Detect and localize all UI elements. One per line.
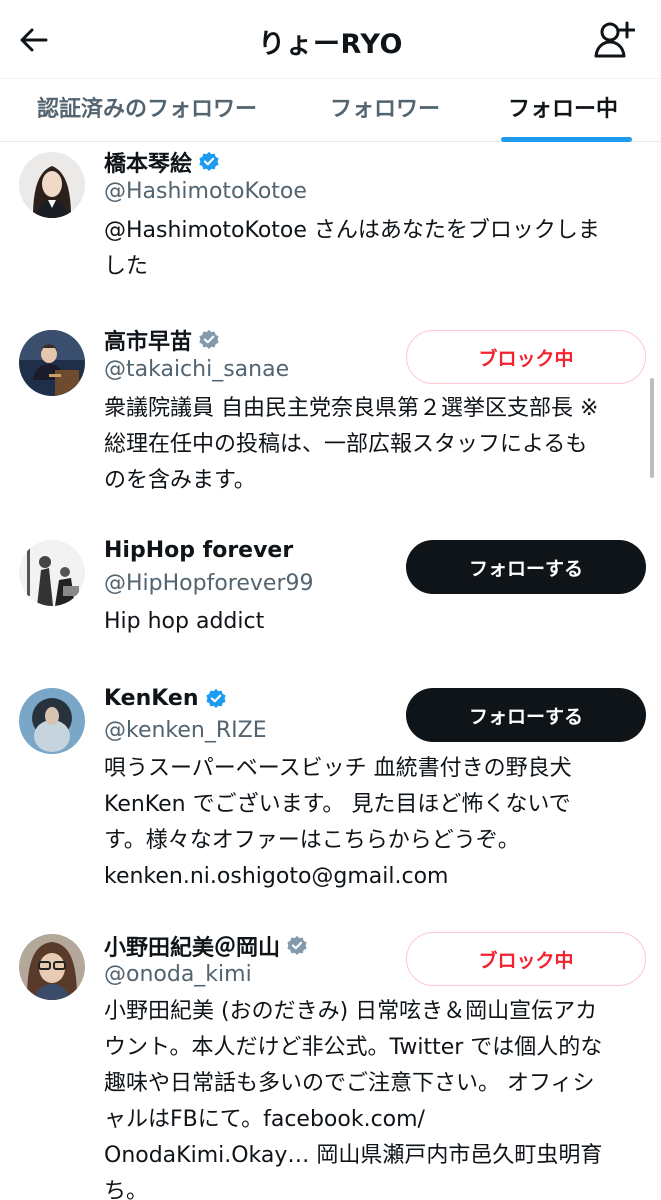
display-name: 高市早苗	[104, 330, 193, 355]
user-handle: @HipHopforever99	[104, 571, 314, 596]
display-name: HipHop forever	[104, 538, 294, 563]
user-bio: @HashimotoKotoe さんはあなたをブロックしま した	[104, 213, 644, 285]
user-name[interactable]: HipHop forever	[104, 538, 293, 563]
verified-badge-icon	[205, 688, 226, 708]
avatar[interactable]	[19, 934, 85, 1000]
bio-line: OnodaKimi.Okay… 岡山県瀬戸内市邑久町虫明育	[104, 1143, 603, 1168]
user-name[interactable]: KenKen	[104, 686, 227, 711]
bio-line: ャルはFBにて。facebook.com/	[104, 1107, 425, 1132]
tab-following[interactable]: フォロー中	[508, 91, 618, 123]
follow-button[interactable]: フォローする	[406, 688, 646, 742]
bio-line: @HashimotoKotoe さんはあなたをブロックしま	[104, 218, 600, 243]
bio-line: ち。	[104, 1179, 149, 1200]
user-name[interactable]: 橋本琴絵	[104, 146, 220, 178]
avatar[interactable]	[19, 152, 85, 218]
top-app-bar: りょーRYO	[0, 0, 661, 78]
user-bio: 衆議院議員 自由民主党奈良県第２選挙区支部長 ※ 総理在任中の投稿は、一部広報ス…	[104, 391, 644, 499]
page-title: りょーRYO	[258, 29, 403, 60]
person-add-icon	[594, 21, 635, 58]
blocked-button[interactable]: ブロック中	[406, 330, 646, 384]
avatar[interactable]	[19, 330, 85, 396]
tab-followers[interactable]: フォロワー	[330, 91, 440, 123]
verified-badge-icon	[199, 329, 219, 349]
display-name: 橋本琴絵	[104, 152, 193, 177]
verified-badge-icon	[199, 151, 219, 171]
user-row-onoda[interactable]: 小野田紀美＠岡山 @onoda_kimi ブロック中 小野田紀美 (おのだきみ)…	[0, 924, 661, 1200]
bio-line: 衆議院議員 自由民主党奈良県第２選挙区支部長 ※	[104, 396, 599, 421]
bio-line: kenken.ni.oshigoto@gmail.com	[104, 864, 449, 889]
tab-bar: 認証済みのフォロワー フォロワー フォロー中	[0, 78, 661, 142]
display-name: KenKen	[104, 686, 199, 711]
user-row-hiphop[interactable]: HipHop forever @HipHopforever99 フォローする H…	[0, 530, 661, 660]
user-bio: 小野田紀美 (おのだきみ) 日常呟き＆岡山宣伝アカ ウント。本人だけど非公式。T…	[104, 994, 644, 1200]
user-handle: @kenken_RIZE	[104, 718, 267, 743]
display-name: 小野田紀美＠岡山	[104, 936, 281, 961]
user-name[interactable]: 高市早苗	[104, 324, 220, 356]
user-handle: @onoda_kimi	[104, 962, 252, 987]
bio-line: Hip hop addict	[104, 609, 265, 634]
user-handle: @HashimotoKotoe	[104, 179, 307, 204]
user-name[interactable]: 小野田紀美＠岡山	[104, 930, 308, 962]
bio-line: 唄うスーパーベースビッチ 血統書付きの野良犬	[104, 756, 572, 781]
avatar[interactable]	[19, 540, 85, 606]
bio-line: 趣味や日常話も多いのでご注意下さい。 オフィシ	[104, 1071, 595, 1096]
scrollbar[interactable]	[650, 378, 654, 478]
bio-line: 小野田紀美 (おのだきみ) 日常呟き＆岡山宣伝アカ	[104, 999, 598, 1024]
tab-verified-followers[interactable]: 認証済みのフォロワー	[37, 91, 257, 123]
bio-line: のを含みます。	[104, 468, 256, 493]
user-row-kenken[interactable]: KenKen @kenken_RIZE フォローする 唄うスーパーベースビッチ …	[0, 678, 661, 898]
bio-line: す。様々なオファーはこちらからどうぞ。	[104, 828, 520, 853]
user-row-hashimoto[interactable]: 橋本琴絵 @HashimotoKotoe @HashimotoKotoe さんは…	[0, 142, 661, 312]
bio-line: 総理在任中の投稿は、一部広報スタッフによるも	[104, 432, 588, 457]
user-bio: 唄うスーパーベースビッチ 血統書付きの野良犬 KenKen でございます。 見た…	[104, 751, 644, 895]
verified-badge-icon	[287, 935, 307, 955]
user-bio: Hip hop addict	[104, 604, 644, 640]
avatar[interactable]	[19, 688, 85, 754]
user-row-takaichi[interactable]: 高市早苗 @takaichi_sanae ブロック中 衆議院議員 自由民主党奈良…	[0, 318, 661, 518]
bio-line: ウント。本人だけど非公式。Twitter では個人的な	[104, 1035, 603, 1060]
bio-line: した	[104, 254, 149, 279]
user-handle: @takaichi_sanae	[104, 357, 290, 382]
blocked-button[interactable]: ブロック中	[406, 932, 646, 986]
follow-button[interactable]: フォローする	[406, 540, 646, 594]
add-user-button[interactable]	[590, 18, 638, 62]
following-list[interactable]: 橋本琴絵 @HashimotoKotoe @HashimotoKotoe さんは…	[0, 142, 661, 1200]
bio-line: KenKen でございます。 見た目ほど怖くないで	[104, 792, 571, 817]
